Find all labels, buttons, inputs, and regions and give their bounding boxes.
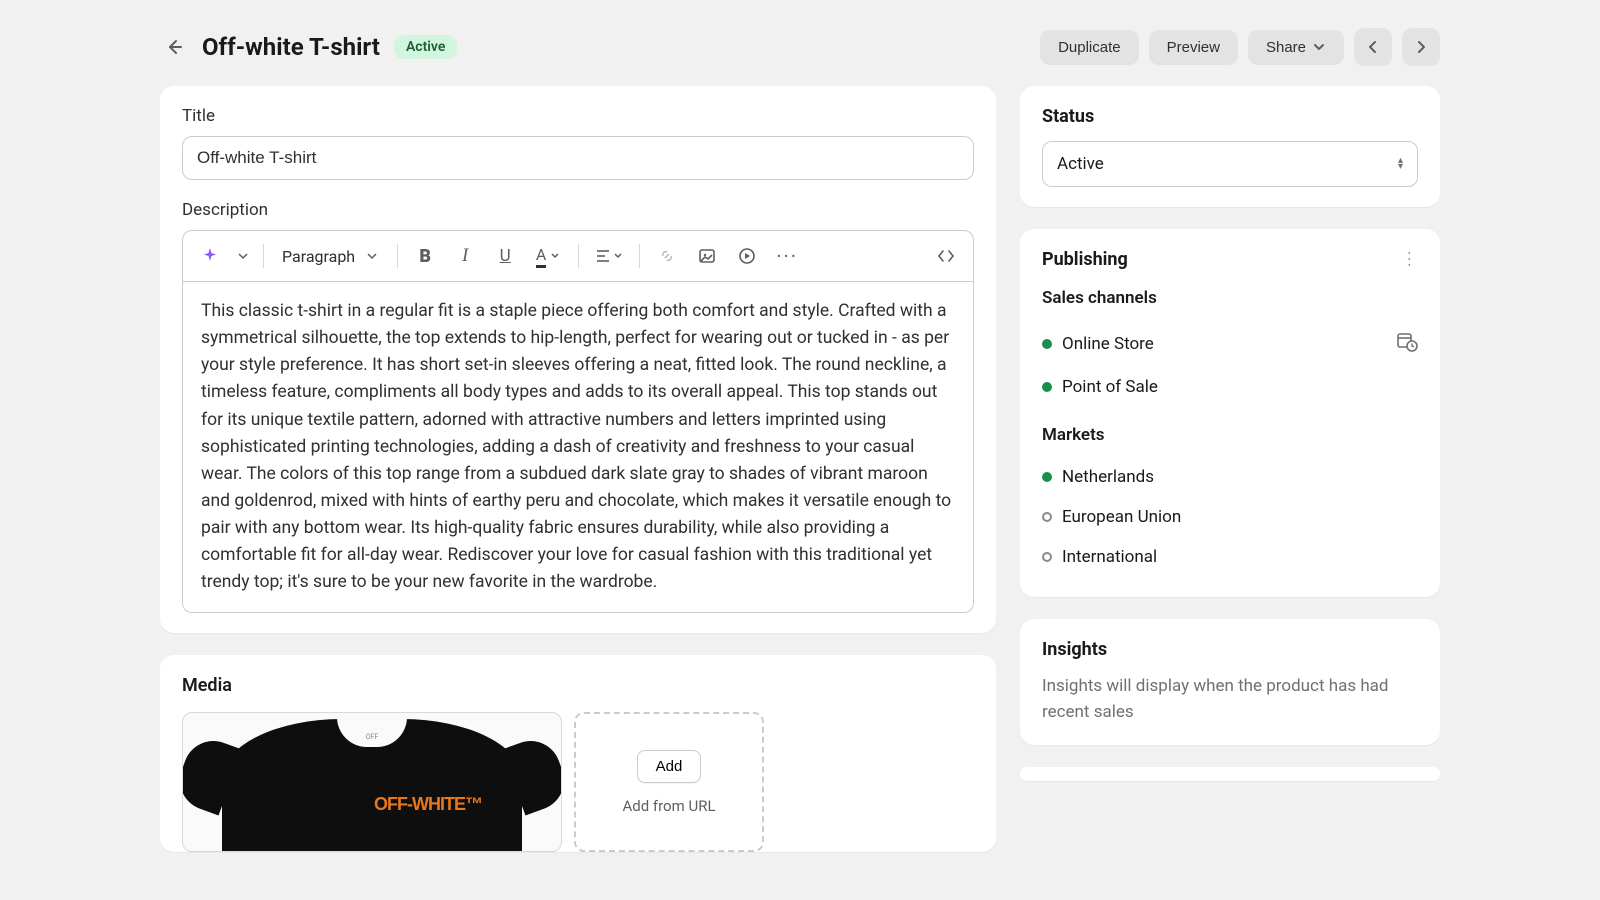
link-icon [658,247,676,265]
text-color-icon: A [536,245,546,268]
channel-online-store: Online Store [1042,320,1418,367]
preview-button[interactable]: Preview [1149,30,1238,65]
chevron-down-icon [550,251,560,261]
align-button[interactable] [589,239,629,273]
status-value: Active [1057,154,1104,174]
updown-icon: ▴▾ [1398,158,1403,170]
publishing-card: Publishing ··· Sales channels Online Sto… [1020,229,1440,597]
page-title: Off-white T-shirt [202,33,380,61]
status-badge: Active [394,35,457,59]
insights-card: Insights Insights will display when the … [1020,619,1440,745]
video-button[interactable] [730,239,764,273]
underline-icon: U [500,246,511,266]
market-european-union: European Union [1042,497,1418,537]
market-name: European Union [1062,507,1181,527]
market-name: International [1062,547,1157,567]
chevron-down-icon [365,249,379,263]
italic-icon: I [462,245,468,267]
media-thumbnail[interactable]: OFF OFF-WHITE™ [182,712,562,852]
channel-name: Point of Sale [1062,377,1158,397]
sparkle-icon [201,247,219,265]
back-button[interactable] [160,33,188,61]
market-name: Netherlands [1062,467,1154,487]
markets-label: Markets [1042,425,1418,445]
media-card: Media OFF OFF-WHITE™ Add Add from URL [160,655,996,852]
status-dot-icon [1042,472,1052,482]
media-label: Media [182,675,974,696]
share-label: Share [1266,39,1306,56]
ellipsis-vertical-icon: ··· [1400,251,1418,269]
status-label: Status [1042,106,1418,127]
chevron-left-icon [1366,40,1380,54]
status-dot-icon [1042,552,1052,562]
paragraph-label: Paragraph [282,247,355,266]
bold-icon: B [419,246,431,267]
insights-text: Insights will display when the product h… [1042,674,1418,725]
title-description-card: Title Description Paragraph B I U [160,86,996,633]
align-icon [595,248,611,264]
status-dot-icon [1042,512,1052,522]
toolbar-separator [578,244,579,268]
title-input[interactable] [182,136,974,180]
status-dot-icon [1042,339,1052,349]
add-from-url-link[interactable]: Add from URL [622,797,715,815]
chevron-down-icon [613,251,623,261]
toolbar-separator [397,244,398,268]
ai-magic-button[interactable] [193,239,227,273]
paragraph-style-select[interactable]: Paragraph [274,241,387,272]
share-button[interactable]: Share [1248,30,1344,65]
status-card: Status Active ▴▾ [1020,86,1440,207]
code-view-button[interactable] [929,239,963,273]
video-icon [738,247,756,265]
publishing-menu-button[interactable]: ··· [1400,251,1418,269]
code-icon [936,246,956,266]
product-image: OFF OFF-WHITE™ [222,719,522,852]
next-card [1020,767,1440,781]
insights-label: Insights [1042,639,1418,660]
media-add-zone[interactable]: Add Add from URL [574,712,764,852]
underline-button[interactable]: U [488,239,522,273]
schedule-button[interactable] [1396,330,1418,357]
ai-dropdown[interactable] [233,239,253,273]
chevron-down-icon [237,250,249,262]
bold-button[interactable]: B [408,239,442,273]
duplicate-button[interactable]: Duplicate [1040,30,1139,65]
prev-button[interactable] [1354,28,1392,66]
sales-channels-label: Sales channels [1042,288,1418,308]
image-button[interactable] [690,239,724,273]
toolbar-separator [639,244,640,268]
image-icon [698,247,716,265]
text-color-button[interactable]: A [528,239,568,273]
add-media-button[interactable]: Add [637,750,702,783]
calendar-clock-icon [1396,330,1418,352]
more-button[interactable]: ··· [770,239,804,273]
editor-toolbar: Paragraph B I U A [182,230,974,281]
link-button[interactable] [650,239,684,273]
ellipsis-icon: ··· [776,244,798,268]
description-editor[interactable]: This classic t-shirt in a regular fit is… [182,281,974,613]
chevron-down-icon [1312,40,1326,54]
status-dot-icon [1042,382,1052,392]
italic-button[interactable]: I [448,239,482,273]
title-label: Title [182,106,974,126]
market-netherlands: Netherlands [1042,457,1418,497]
status-select[interactable]: Active ▴▾ [1042,141,1418,187]
description-label: Description [182,200,974,220]
market-international: International [1042,537,1418,577]
channel-name: Online Store [1062,334,1154,354]
publishing-label: Publishing [1042,249,1128,270]
chevron-right-icon [1414,40,1428,54]
next-button[interactable] [1402,28,1440,66]
toolbar-separator [263,244,264,268]
channel-point-of-sale: Point of Sale [1042,367,1418,407]
